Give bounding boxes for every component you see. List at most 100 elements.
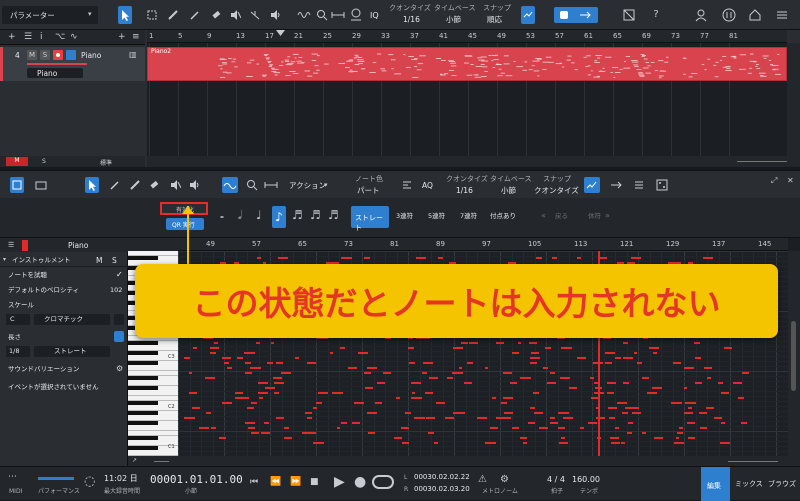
- midi-note[interactable]: [559, 377, 571, 379]
- midi-note[interactable]: [561, 437, 565, 439]
- midi-note[interactable]: [227, 367, 233, 369]
- editor-hscroll[interactable]: ↗: [128, 456, 800, 466]
- midi-note[interactable]: [258, 382, 268, 384]
- time-signature[interactable]: 4 / 4: [547, 476, 565, 484]
- midi-note[interactable]: [622, 357, 633, 359]
- midi-note[interactable]: [375, 402, 383, 404]
- midi-note[interactable]: [686, 422, 695, 424]
- add-icon[interactable]: +: [118, 32, 126, 42]
- fast-forward-icon[interactable]: ⏩: [290, 477, 301, 487]
- midi-note[interactable]: [307, 362, 316, 364]
- midi-note[interactable]: [551, 257, 557, 259]
- midi-note[interactable]: [452, 372, 463, 374]
- split-tool-icon[interactable]: [164, 6, 182, 24]
- instrument-select[interactable]: Piano: [27, 68, 83, 78]
- fit-width-icon[interactable]: [262, 176, 280, 194]
- mode-septuplet[interactable]: 7連符: [460, 213, 477, 220]
- mute-tool-icon[interactable]: [166, 176, 184, 194]
- midi-note[interactable]: [422, 362, 432, 364]
- midi-note[interactable]: [484, 367, 488, 369]
- black-key[interactable]: [128, 376, 158, 380]
- midi-note[interactable]: [530, 407, 536, 409]
- midi-note[interactable]: [245, 362, 251, 364]
- mute-button[interactable]: M: [27, 50, 37, 60]
- midi-note[interactable]: [633, 352, 638, 354]
- midi-note[interactable]: [683, 412, 694, 414]
- parameter-field[interactable]: パラメーター ▾: [2, 6, 98, 24]
- pencil-tool-icon[interactable]: [106, 176, 124, 194]
- midi-note[interactable]: [463, 382, 473, 384]
- pencil-tool-icon[interactable]: [186, 6, 204, 24]
- midi-note[interactable]: [413, 417, 425, 419]
- black-key[interactable]: [128, 421, 158, 425]
- midi-note[interactable]: [245, 422, 256, 424]
- midi-note[interactable]: [720, 392, 730, 394]
- quantize-icon[interactable]: [398, 176, 416, 194]
- midi-note[interactable]: [426, 417, 435, 419]
- midi-note[interactable]: [209, 347, 219, 349]
- midi-note[interactable]: [560, 347, 572, 349]
- midi-note[interactable]: [654, 437, 664, 439]
- midi-note[interactable]: [620, 442, 626, 444]
- midi-note[interactable]: [221, 402, 233, 404]
- note-color-value[interactable]: パート: [357, 187, 380, 195]
- midi-note[interactable]: [409, 362, 415, 364]
- black-key[interactable]: [128, 436, 158, 440]
- midi-note[interactable]: [589, 377, 595, 379]
- midi-note[interactable]: [250, 367, 262, 369]
- midi-note[interactable]: [250, 402, 258, 404]
- midi-note[interactable]: [329, 352, 334, 354]
- midi-note[interactable]: [577, 357, 587, 359]
- midi-note[interactable]: [538, 427, 548, 429]
- midi-note[interactable]: [687, 437, 696, 439]
- midi-note[interactable]: [245, 352, 255, 354]
- midi-note[interactable]: [283, 437, 292, 439]
- arrow-tool-button[interactable]: [118, 6, 132, 24]
- midi-note[interactable]: [434, 442, 438, 444]
- midi-note[interactable]: [699, 427, 708, 429]
- black-key[interactable]: [128, 401, 158, 405]
- midi-note[interactable]: [234, 392, 243, 394]
- midi-note[interactable]: [500, 417, 512, 419]
- whole-note-icon[interactable]: 𝅝: [220, 210, 224, 221]
- midi-note[interactable]: [550, 372, 556, 374]
- midi-note[interactable]: [631, 412, 642, 414]
- midi-note[interactable]: [651, 387, 662, 389]
- rewind-icon[interactable]: ⏪: [270, 477, 281, 487]
- mode-straight[interactable]: ストレート: [351, 206, 389, 232]
- action-menu[interactable]: アクション: [289, 182, 326, 190]
- chevron-down-icon[interactable]: ▾: [3, 256, 6, 263]
- midi-note[interactable]: [652, 352, 657, 354]
- midi-note[interactable]: [340, 422, 347, 424]
- midi-note[interactable]: [607, 392, 614, 394]
- midi-note[interactable]: [332, 392, 344, 394]
- timebase-value[interactable]: 小節: [446, 16, 461, 24]
- paint-tool-icon[interactable]: [126, 176, 144, 194]
- check-icon[interactable]: ✓: [116, 270, 123, 279]
- midi-note[interactable]: [703, 367, 712, 369]
- midi-note[interactable]: [622, 342, 629, 344]
- arrange-solo-all[interactable]: S: [42, 158, 46, 165]
- snap-value[interactable]: 順応: [487, 16, 502, 24]
- midi-note[interactable]: [280, 372, 292, 374]
- cloud-icon[interactable]: [720, 6, 738, 24]
- sixtyfourth-note-icon[interactable]: ♬: [328, 208, 339, 222]
- default-velocity-value[interactable]: 102: [110, 287, 122, 294]
- midi-note[interactable]: [621, 412, 629, 414]
- midi-note[interactable]: [184, 417, 195, 419]
- velocity-icon[interactable]: ↗: [132, 457, 137, 464]
- scissors-icon[interactable]: [347, 6, 365, 24]
- midi-note[interactable]: [383, 372, 392, 374]
- midi-note[interactable]: [533, 412, 543, 414]
- midi-note[interactable]: [685, 402, 697, 404]
- editor-timebase-value[interactable]: 小節: [501, 187, 516, 195]
- editor-ruler[interactable]: 49 57 65 73 81 89 97 105 113 121 129 137 145: [178, 238, 788, 251]
- midi-note[interactable]: [528, 342, 537, 344]
- midi-note[interactable]: [503, 412, 514, 414]
- midi-note[interactable]: [351, 422, 361, 424]
- midi-note[interactable]: [742, 372, 749, 374]
- midi-note[interactable]: [530, 362, 538, 364]
- step-input-toggle[interactable]: [222, 177, 238, 193]
- midi-note[interactable]: [305, 412, 313, 414]
- play-icon[interactable]: ▶: [334, 474, 345, 490]
